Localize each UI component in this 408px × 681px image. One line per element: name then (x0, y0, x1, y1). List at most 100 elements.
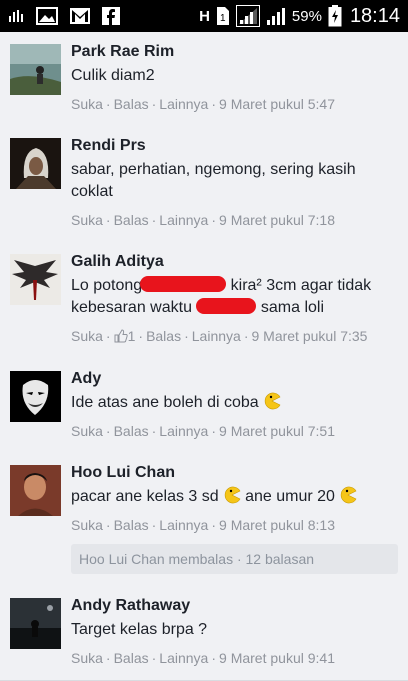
comment-timestamp[interactable]: 9 Maret pukul 8:13 (219, 517, 335, 533)
avatar[interactable] (10, 138, 61, 189)
like-link[interactable]: Suka (71, 517, 103, 533)
like-link[interactable]: Suka (71, 96, 103, 112)
separator: · (211, 212, 217, 228)
more-link[interactable]: Lainnya (159, 212, 208, 228)
pacman-emoticon-icon (224, 486, 241, 504)
separator: · (151, 650, 157, 666)
comment-item: Park Rae Rim Culik diam2 Suka · Balas · Lain… (0, 32, 408, 127)
comment-text: Ide atas ane boleh di coba (71, 392, 400, 414)
commenter-name[interactable]: Rendi Prs (71, 136, 400, 156)
comment-timestamp[interactable]: 9 Maret pukul 5:47 (219, 96, 335, 112)
view-replies-button[interactable]: Hoo Lui Chan membalas · 12 balasan (71, 544, 398, 574)
avatar-image (10, 465, 61, 516)
more-link[interactable]: Lainnya (159, 650, 208, 666)
separator: · (211, 517, 217, 533)
comment-text: Lo potong kira² 3cm agar tidak kebesaran… (71, 275, 400, 319)
comment-actions: Suka · Balas · Lainnya · 9 Maret pukul 7:18 (71, 211, 400, 229)
commenter-name[interactable]: Hoo Lui Chan (71, 463, 400, 483)
comment-actions: Suka · Balas · Lainnya · 9 Maret pukul 8:13 (71, 516, 400, 534)
notification-icons (8, 6, 120, 26)
pacman-emoticon-icon (340, 486, 357, 504)
commenter-name[interactable]: Galih Aditya (71, 252, 400, 272)
comment-text: Target kelas brpa ? (71, 621, 208, 638)
status-bar: H 1 59% 18:14 (0, 0, 408, 32)
thumbs-up-icon (114, 329, 128, 343)
clock: 18:14 (349, 4, 400, 27)
signal-strength-2-icon (266, 8, 285, 25)
like-link[interactable]: Suka (71, 423, 103, 439)
reply-link[interactable]: Balas (114, 96, 149, 112)
separator: · (211, 423, 217, 439)
separator: · (105, 423, 111, 439)
separator: · (105, 517, 111, 533)
comment-text: pacar ane kelas 3 sd ane umur 20 (71, 486, 400, 508)
avatar[interactable] (10, 598, 61, 649)
separator: · (105, 212, 111, 228)
avatar[interactable] (10, 44, 61, 95)
svg-text:1: 1 (220, 13, 226, 24)
commenter-name[interactable]: Ady (71, 369, 400, 389)
separator: · (211, 650, 217, 666)
comment-item: Hoo Lui Chan pacar ane kelas 3 sd ane um… (0, 453, 408, 587)
redaction-mark (140, 276, 227, 292)
comment-text-part: Ide atas ane boleh di coba (71, 394, 259, 411)
network-type-label: H (199, 7, 210, 25)
comment-text-part: sama loli (260, 299, 325, 316)
comment-text-part: pacar ane kelas 3 sd (71, 488, 219, 505)
like-link[interactable]: Suka (71, 328, 103, 344)
signal-bars-icon (9, 10, 23, 22)
comment-timestamp[interactable]: 9 Maret pukul 7:35 (251, 328, 367, 344)
more-link[interactable]: Lainnya (159, 96, 208, 112)
separator: · (243, 328, 249, 344)
comment-timestamp[interactable]: 9 Maret pukul 7:51 (219, 423, 335, 439)
reply-link[interactable]: Balas (114, 650, 149, 666)
avatar[interactable] (10, 254, 61, 305)
comment-text: sabar, perhatian, ngemong, sering kasih … (71, 159, 400, 203)
more-link[interactable]: Lainnya (159, 517, 208, 533)
reply-link[interactable]: Balas (114, 517, 149, 533)
avatar-image (10, 254, 61, 305)
system-status: H 1 59% 18:14 (199, 0, 400, 32)
sim-icon: 1 (216, 7, 229, 25)
signal-strength-icon (235, 5, 260, 27)
separator: · (151, 212, 157, 228)
more-link[interactable]: Lainnya (192, 328, 241, 344)
avatar[interactable] (10, 371, 61, 422)
comment-text-part: ane umur 20 (245, 488, 335, 505)
comment-actions: Suka · Balas · Lainnya · 9 Maret pukul 5:47 (71, 95, 400, 113)
like-link[interactable]: Suka (71, 212, 103, 228)
comment-text-part: kira² 3cm agar tidak (230, 277, 372, 294)
comment-item: Galih Aditya Lo potong kira² 3cm agar ti… (0, 242, 408, 360)
comment-item: Andy Rathaway Target kelas brpa ? Suka · B… (0, 586, 408, 681)
avatar-image (10, 598, 61, 649)
like-link[interactable]: Suka (71, 650, 103, 666)
separator: · (105, 328, 111, 344)
comment-text-part: Lo potong (71, 277, 143, 294)
reply-link[interactable]: Balas (114, 212, 149, 228)
separator: · (184, 328, 189, 344)
more-link[interactable]: Lainnya (159, 423, 208, 439)
like-count[interactable]: 1 (128, 328, 136, 344)
comment-timestamp[interactable]: 9 Maret pukul 7:18 (219, 212, 335, 228)
comment-text-line: coklat (71, 183, 113, 200)
reply-link[interactable]: Balas (114, 423, 149, 439)
avatar-image (10, 138, 61, 189)
gmail-icon (70, 8, 90, 24)
separator: · (138, 328, 144, 344)
commenter-name[interactable]: Andy Rathaway (71, 596, 400, 616)
comment-text-part: kebesaran waktu (71, 299, 192, 316)
separator: · (211, 96, 217, 112)
comment-timestamp[interactable]: 9 Maret pukul 9:41 (219, 650, 335, 666)
separator: · (151, 96, 157, 112)
comment-item: Ady Ide atas ane boleh di coba Suka · Bala… (0, 359, 408, 454)
reply-link[interactable]: Balas (146, 328, 181, 344)
battery-charging-icon (328, 5, 342, 27)
separator: · (151, 517, 157, 533)
avatar-image (10, 44, 61, 95)
avatar[interactable] (10, 465, 61, 516)
comment-text-line: sabar, perhatian, ngemong, sering kasih (71, 161, 356, 178)
comment-text-line: kebesaran waktu sama loli (71, 297, 400, 319)
commenter-name[interactable]: Park Rae Rim (71, 42, 400, 62)
avatar-image (10, 371, 61, 422)
comment-text-line: Lo potong kira² 3cm agar tidak (71, 275, 400, 297)
